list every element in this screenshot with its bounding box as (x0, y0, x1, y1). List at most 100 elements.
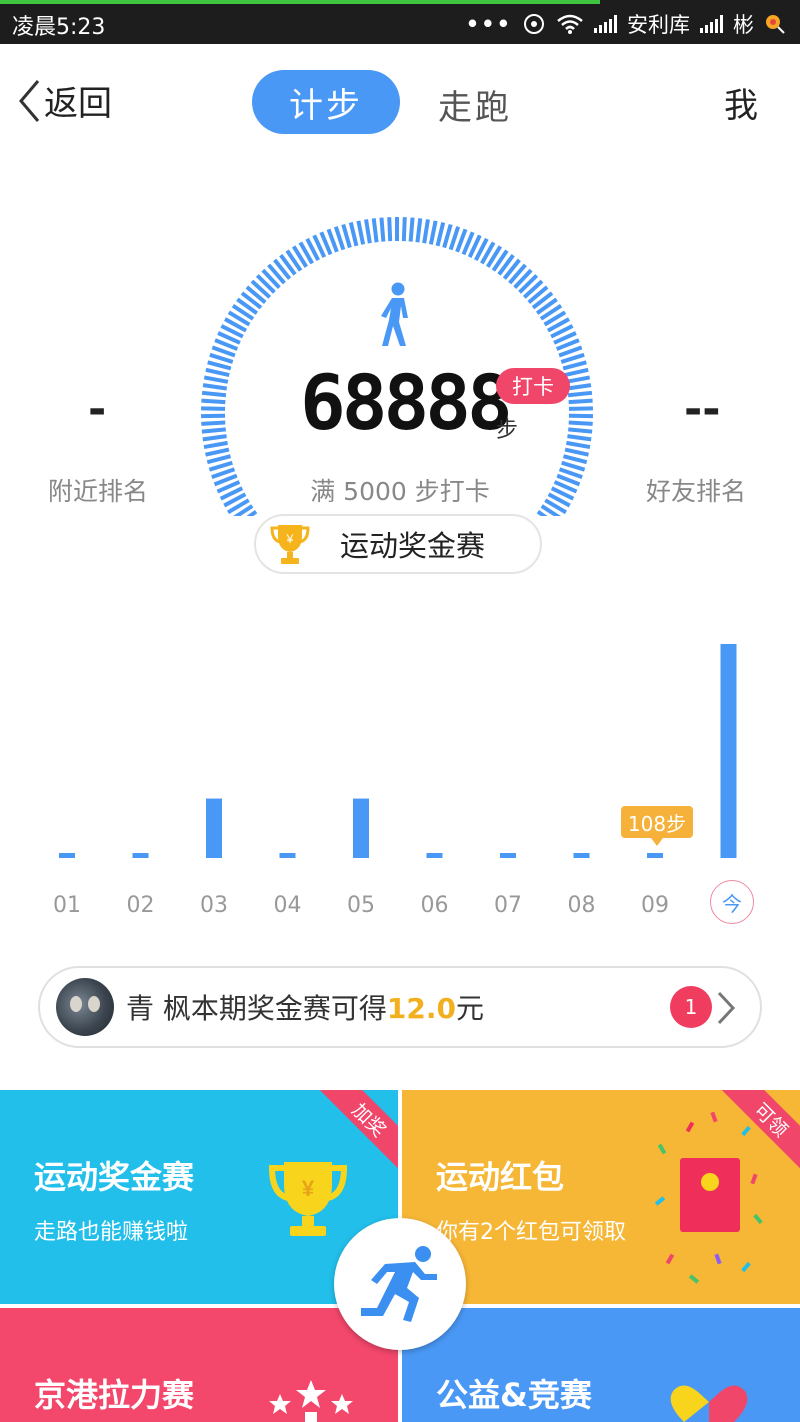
bar-02[interactable] (132, 853, 149, 858)
tile-red-packet-subtitle: 你有2个红包可领取 (436, 1220, 626, 1245)
me-button[interactable]: 我 (724, 78, 758, 127)
gauge-tick (202, 383, 228, 391)
bar-01[interactable] (59, 853, 75, 858)
tick-label-08: 08 (568, 893, 596, 918)
signal-icon (594, 15, 617, 33)
tile-prize-race-subtitle: 走路也能赚钱啦 (34, 1220, 189, 1245)
gauge-tick (566, 440, 591, 450)
more-dots-icon: ••• (465, 12, 512, 36)
bar-03[interactable] (206, 798, 222, 858)
gauge-tick (205, 447, 230, 457)
tab-step[interactable]: 计步 (252, 70, 400, 134)
gauge-tick (201, 427, 226, 434)
wifi-icon (557, 14, 583, 34)
top-nav: 返回 计步 走跑 我 (0, 44, 800, 160)
tick-label-09: 09 (641, 893, 669, 918)
checkin-button[interactable]: 打卡 (496, 368, 570, 404)
gauge-tick (207, 360, 232, 371)
gauge-tick (568, 420, 593, 426)
gauge-tick (387, 217, 393, 242)
gauge-tick (564, 447, 589, 457)
friends-rank-value[interactable]: -- (684, 384, 721, 435)
gauge-tick (203, 375, 229, 384)
start-run-button[interactable] (334, 1218, 466, 1350)
tile-rally-title: 京港拉力赛 (34, 1376, 195, 1414)
nearby-rank-label[interactable]: 附近排名 (48, 472, 148, 508)
bar-04[interactable] (279, 853, 296, 858)
tick-label-05: 05 (347, 893, 375, 918)
tick-label-04: 04 (274, 893, 302, 918)
gauge-tick (379, 217, 386, 242)
gauge-tick (201, 406, 226, 411)
tick-label-07: 07 (494, 893, 522, 918)
gauge-tick (201, 420, 226, 426)
bar-chart-svg: 01 02 03 04 05 06 07 08 09 (53, 644, 737, 918)
walking-person-icon (381, 282, 408, 346)
gauge-tick (208, 460, 233, 472)
tick-label-02: 02 (127, 893, 155, 918)
gauge-tick (567, 434, 592, 442)
trophy-icon: ¥ (268, 1162, 348, 1236)
gauge-tick (205, 367, 230, 378)
chevron-left-icon (19, 79, 40, 122)
bonus-desc: 本期奖金赛可得 (190, 992, 387, 1025)
tab-run[interactable]: 走跑 (438, 80, 512, 129)
bonus-currency: 元 (456, 992, 485, 1025)
bonus-count-badge: 1 (670, 986, 712, 1028)
svg-text:¥: ¥ (286, 532, 294, 546)
back-button[interactable]: 返回 (18, 76, 112, 125)
bar-09[interactable] (647, 853, 663, 858)
goal-text: 满 5000 步打卡 (310, 477, 490, 506)
bonus-strip[interactable]: 青 枫本期奖金赛可得12.0元 1 (38, 966, 762, 1048)
gauge-tick (567, 390, 593, 398)
step-unit: 步 (496, 418, 519, 443)
bonus-text: 青 枫本期奖金赛可得12.0元 (126, 987, 484, 1027)
gauge-tick (401, 217, 407, 242)
prize-race-pill[interactable]: ¥ 运动奖金赛 (254, 514, 542, 574)
prize-race-label: 运动奖金赛 (340, 529, 486, 563)
running-person-icon (361, 1246, 437, 1322)
tile-rally[interactable]: 京港拉力赛 (0, 1308, 398, 1422)
tile-red-packet-title: 运动红包 (436, 1158, 565, 1196)
gauge-tick (442, 223, 453, 249)
bar-05[interactable] (353, 798, 369, 858)
lollipop-icon (766, 15, 785, 34)
gauge-tick (341, 223, 352, 249)
nearby-rank-value[interactable]: - (88, 384, 106, 435)
gauge-tick (562, 454, 588, 465)
tick-today[interactable]: 今 (710, 880, 754, 924)
gauge-tick (568, 398, 593, 405)
gauge-tick (203, 440, 228, 450)
gauge-tick (564, 367, 589, 378)
tile-charity[interactable]: 公益&竞赛 (402, 1308, 800, 1422)
friends-rank-label[interactable]: 好友排名 (646, 472, 746, 508)
tick-label-06: 06 (421, 893, 449, 918)
carrier-label-2: 彬 (733, 13, 754, 37)
heart-icon (670, 1385, 748, 1422)
gauge-tick (201, 398, 226, 405)
bar-06[interactable] (426, 853, 443, 858)
avatar (56, 978, 114, 1036)
hotspot-icon (524, 14, 544, 34)
bonus-user-name: 青 枫 (126, 992, 191, 1025)
bar-07[interactable] (500, 853, 516, 858)
gauge-tick (206, 454, 232, 465)
gauge-tick (560, 352, 585, 364)
gauge-tick (415, 218, 423, 243)
progress-line (0, 0, 600, 4)
red-envelope-icon (654, 1111, 763, 1284)
daily-steps-chart: 01 02 03 04 05 06 07 08 09 108步 今 (0, 600, 800, 940)
tick-label-03: 03 (200, 893, 228, 918)
gauge-tick (448, 226, 461, 251)
status-icons: ••• 安利库 彬 (466, 9, 786, 39)
svg-text:¥: ¥ (302, 1176, 315, 1201)
bar-08[interactable] (573, 853, 590, 858)
gauge-tick (422, 219, 430, 244)
bar-今[interactable] (720, 644, 737, 858)
gauge-tick (202, 434, 227, 442)
tick-label-01: 01 (53, 893, 81, 918)
gauge-tick (333, 226, 346, 251)
chevron-right-icon (717, 991, 736, 1025)
gauge-tick (568, 406, 593, 411)
gauge-tick (562, 360, 587, 371)
